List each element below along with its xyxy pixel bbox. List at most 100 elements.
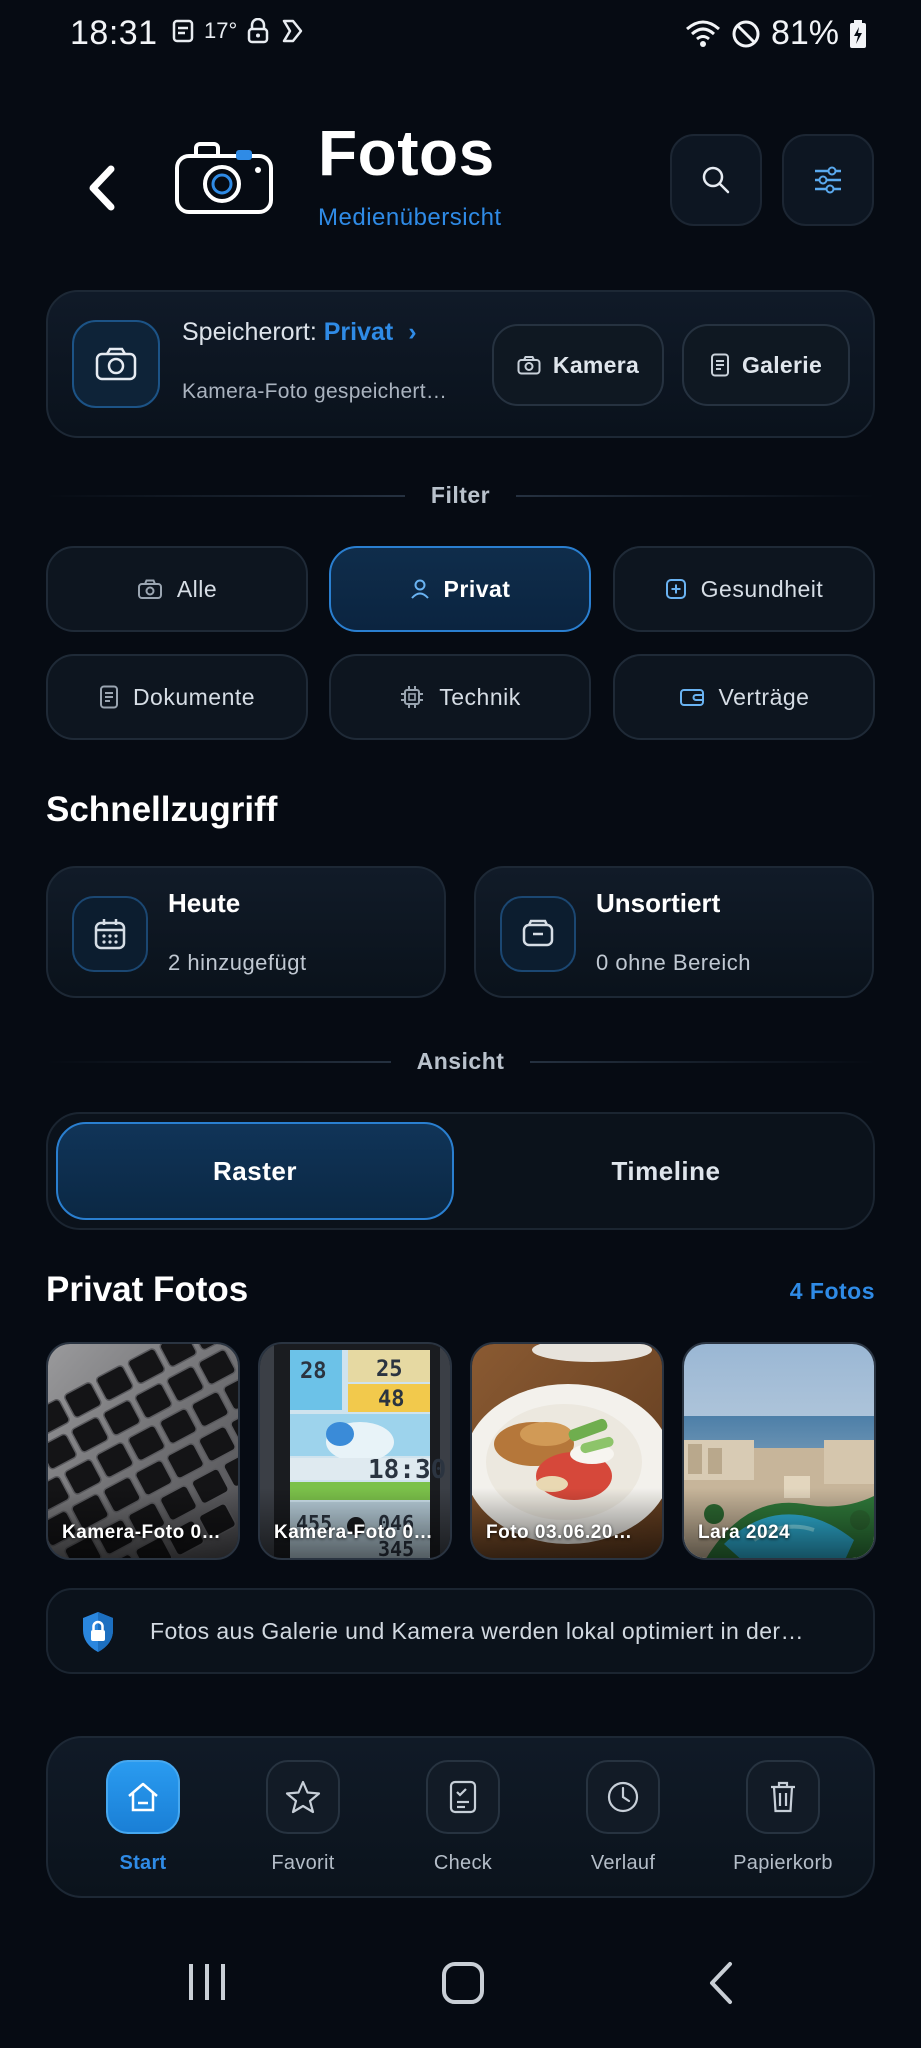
filter-chip-privat[interactable]: Privat bbox=[329, 546, 591, 632]
chevron-left-icon bbox=[89, 165, 115, 211]
filter-chip-gesundheit[interactable]: Gesundheit bbox=[613, 546, 875, 632]
do-not-disturb-icon bbox=[731, 19, 761, 49]
nav-label: Start bbox=[119, 1852, 167, 1874]
quick-card-title: Heute bbox=[168, 888, 241, 918]
svg-text:48: 48 bbox=[378, 1387, 405, 1412]
photos-heading: Privat Fotos bbox=[46, 1270, 249, 1309]
star-icon bbox=[266, 1760, 340, 1834]
view-divider: Ansicht bbox=[46, 1048, 875, 1075]
person-icon bbox=[410, 579, 429, 599]
clock-icon bbox=[586, 1760, 660, 1834]
app-status-icon bbox=[279, 18, 305, 44]
filter-chip-alle[interactable]: Alle bbox=[46, 546, 308, 632]
photo-thumbnail[interactable]: Lara 2024 bbox=[682, 1342, 876, 1560]
view-section-label: Ansicht bbox=[416, 1048, 505, 1074]
chip-label: Gesundheit bbox=[700, 575, 824, 602]
nav-label: Verlauf bbox=[590, 1852, 656, 1874]
quick-card-title: Unsortiert bbox=[596, 888, 721, 918]
chip-label: Privat bbox=[443, 575, 511, 602]
system-back-button[interactable] bbox=[706, 1960, 736, 2006]
back-arrow-icon bbox=[710, 1962, 732, 2004]
divider-line bbox=[516, 494, 876, 497]
filter-chip-technik[interactable]: Technik bbox=[329, 654, 591, 740]
recent-apps-button[interactable] bbox=[186, 1960, 228, 2004]
battery-icon bbox=[849, 19, 867, 49]
storage-card: Speicherort: Privat › Kamera-Foto gespei… bbox=[46, 290, 875, 438]
nav-item-check[interactable]: Check bbox=[388, 1748, 538, 1888]
back-button[interactable] bbox=[80, 160, 124, 216]
photo-thumbnail[interactable]: Kamera-Foto 0… bbox=[46, 1342, 240, 1560]
chevron-right-icon: › bbox=[408, 318, 417, 346]
nav-item-start[interactable]: Start bbox=[68, 1748, 218, 1888]
inbox-icon bbox=[500, 896, 576, 972]
status-time: 18:31 bbox=[70, 14, 158, 52]
calendar-icon bbox=[72, 896, 148, 972]
nav-item-favorit[interactable]: Favorit bbox=[228, 1748, 378, 1888]
quick-card-heute[interactable]: Heute 2 hinzugefügt bbox=[46, 866, 446, 998]
status-left-icons: 17° bbox=[172, 18, 305, 44]
quick-card-subtitle: 0 ohne Bereich bbox=[596, 950, 751, 975]
wallet-icon bbox=[679, 689, 704, 706]
camera-icon bbox=[517, 356, 541, 375]
search-icon bbox=[702, 166, 730, 194]
home-square-icon bbox=[442, 1962, 484, 2004]
filter-settings-button[interactable] bbox=[782, 134, 874, 226]
photo-caption: Kamera-Foto 0… bbox=[62, 1522, 222, 1543]
gallery-button[interactable]: Galerie bbox=[682, 324, 850, 406]
search-button[interactable] bbox=[670, 134, 762, 226]
camera-logo-icon bbox=[174, 140, 274, 216]
shield-lock-icon bbox=[80, 1610, 116, 1654]
photo-caption: Kamera-Foto 0… bbox=[274, 1522, 434, 1543]
storage-description: Kamera-Foto gespeichert… bbox=[182, 380, 448, 403]
document-icon bbox=[99, 685, 118, 709]
bottom-navigation: Start Favorit Check Verlauf Papierkorb bbox=[46, 1736, 875, 1898]
chip-label: Dokumente bbox=[132, 683, 256, 710]
filter-chip-vertraege[interactable]: Verträge bbox=[613, 654, 875, 740]
photo-caption: Foto 03.06.20… bbox=[486, 1522, 633, 1543]
photo-thumbnail[interactable]: 48 25 28 18:30 455 046 345 Kamera-Foto 0… bbox=[258, 1342, 452, 1560]
chip-label: Verträge bbox=[718, 683, 810, 710]
quick-card-unsortiert[interactable]: Unsortiert 0 ohne Bereich bbox=[474, 866, 874, 998]
notification-icon bbox=[172, 19, 194, 43]
camera-icon bbox=[95, 347, 137, 381]
nav-label: Favorit bbox=[271, 1852, 335, 1874]
divider-line bbox=[530, 1060, 875, 1063]
page-subtitle: Medienübersicht bbox=[318, 204, 502, 231]
filter-chip-dokumente[interactable]: Dokumente bbox=[46, 654, 308, 740]
quick-card-subtitle: 2 hinzugefügt bbox=[168, 950, 307, 975]
camera-icon bbox=[137, 579, 162, 599]
lock-icon bbox=[247, 18, 269, 44]
nav-label: Check bbox=[433, 1852, 493, 1874]
storage-location[interactable]: Speicherort: Privat › bbox=[182, 318, 417, 347]
svg-text:28: 28 bbox=[300, 1359, 327, 1384]
divider-line bbox=[46, 1060, 391, 1063]
view-option-raster[interactable]: Raster bbox=[56, 1122, 454, 1220]
info-banner: Fotos aus Galerie und Kamera werden loka… bbox=[46, 1588, 875, 1674]
nav-item-papierkorb[interactable]: Papierkorb bbox=[708, 1748, 858, 1888]
gallery-button-label: Galerie bbox=[741, 351, 823, 378]
nav-item-verlauf[interactable]: Verlauf bbox=[548, 1748, 698, 1888]
filter-section-label: Filter bbox=[430, 482, 491, 508]
page-title: Fotos bbox=[318, 117, 495, 189]
chip-label: Alle bbox=[176, 575, 218, 602]
view-toggle: Raster Timeline bbox=[46, 1112, 875, 1230]
home-system-button[interactable] bbox=[440, 1960, 486, 2006]
status-right: 81% bbox=[685, 14, 867, 53]
sliders-icon bbox=[815, 166, 841, 194]
photo-thumbnail[interactable]: Foto 03.06.20… bbox=[470, 1342, 664, 1560]
document-icon bbox=[710, 353, 729, 377]
weather-temperature: 17° bbox=[204, 18, 238, 43]
filter-divider: Filter bbox=[46, 482, 876, 509]
divider-line bbox=[46, 494, 405, 497]
svg-text:18:30: 18:30 bbox=[368, 1455, 446, 1485]
storage-location-value: Privat bbox=[323, 318, 394, 346]
storage-label-text: Speicherort: bbox=[182, 318, 317, 346]
camera-button-label: Kamera bbox=[552, 351, 640, 378]
storage-camera-button[interactable] bbox=[72, 320, 160, 408]
trash-icon bbox=[746, 1760, 820, 1834]
chip-label: Technik bbox=[439, 683, 521, 710]
view-option-timeline[interactable]: Timeline bbox=[467, 1122, 865, 1220]
recent-apps-icon bbox=[189, 1964, 225, 2000]
camera-button[interactable]: Kamera bbox=[492, 324, 664, 406]
photos-count[interactable]: 4 Fotos bbox=[790, 1278, 875, 1305]
